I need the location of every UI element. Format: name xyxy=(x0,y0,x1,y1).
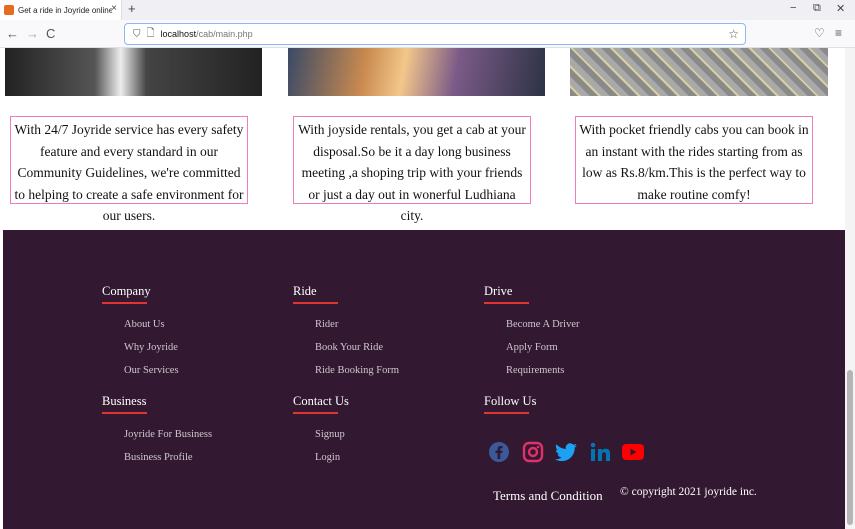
footer-link-signup[interactable]: Signup xyxy=(315,429,345,440)
reload-button[interactable]: C xyxy=(46,26,55,41)
divider xyxy=(102,302,147,304)
youtube-icon[interactable] xyxy=(621,441,645,463)
scrollbar-thumb[interactable] xyxy=(847,370,853,525)
divider xyxy=(484,412,529,414)
site-favicon-icon xyxy=(4,5,14,15)
terms-link[interactable]: Terms and Condition xyxy=(493,488,603,504)
minimize-button[interactable]: − xyxy=(790,2,796,14)
footer-link-become-a-driver[interactable]: Become A Driver xyxy=(506,319,579,330)
footer-business-title: Business xyxy=(102,394,147,408)
footer-link-business-profile[interactable]: Business Profile xyxy=(124,452,193,463)
tab-close-icon[interactable]: × xyxy=(111,3,117,14)
footer-link-our-services[interactable]: Our Services xyxy=(124,365,179,376)
close-window-button[interactable]: ✕ xyxy=(836,2,845,15)
footer-link-about-us[interactable]: About Us xyxy=(124,319,165,330)
footer-link-book-your-ride[interactable]: Book Your Ride xyxy=(315,342,383,353)
footer-company-title: Company xyxy=(102,284,151,298)
new-tab-button[interactable]: + xyxy=(128,1,136,16)
back-button[interactable]: ← xyxy=(6,26,19,41)
safety-image xyxy=(5,48,262,96)
menu-icon[interactable]: ≡ xyxy=(835,26,842,40)
vertical-scrollbar[interactable] xyxy=(845,48,855,529)
footer-ride-title: Ride xyxy=(293,284,317,298)
city-image xyxy=(288,48,545,96)
bookmark-star-icon[interactable]: ☆ xyxy=(728,27,739,41)
footer-follow-title: Follow Us xyxy=(484,394,537,408)
footer-link-ride-booking-form[interactable]: Ride Booking Form xyxy=(315,365,399,376)
restore-button[interactable]: ⧉ xyxy=(813,2,821,15)
footer-drive-title: Drive xyxy=(484,284,513,298)
linkedin-icon[interactable] xyxy=(589,441,611,463)
shield-icon: ⛉ xyxy=(133,28,141,40)
footer-link-login[interactable]: Login xyxy=(315,452,340,463)
divider xyxy=(293,412,338,414)
twitter-icon[interactable] xyxy=(554,441,578,463)
pocket-icon[interactable]: ♡ xyxy=(814,26,825,40)
street-image xyxy=(570,48,828,96)
divider xyxy=(293,302,338,304)
page-content: With 24/7 Joyride service has every safe… xyxy=(0,48,845,529)
footer: Company About Us Why Joyride Our Service… xyxy=(3,230,845,529)
instagram-icon[interactable] xyxy=(522,441,544,463)
browser-tab[interactable]: Get a ride in Joyride online cab × xyxy=(0,0,122,20)
safety-card: With 24/7 Joyride service has every safe… xyxy=(10,116,248,223)
forward-button[interactable]: → xyxy=(26,26,39,41)
page-icon: 🗋 xyxy=(146,27,155,39)
pricing-card: With pocket friendly cabs you can book i… xyxy=(575,116,813,204)
footer-contact-title: Contact Us xyxy=(293,394,349,408)
divider xyxy=(484,302,529,304)
facebook-icon[interactable] xyxy=(488,441,510,463)
url-host: localhost xyxy=(160,29,197,39)
browser-tab-bar: Get a ride in Joyride online cab × + − ⧉… xyxy=(0,0,855,20)
footer-link-apply-form[interactable]: Apply Form xyxy=(506,342,558,353)
footer-link-rider[interactable]: Rider xyxy=(315,319,338,330)
footer-link-joyride-for-business[interactable]: Joyride For Business xyxy=(124,429,212,440)
browser-nav-bar: ← → C ⛉ 🗋 localhost /cab/main.php ☆ ♡ ≡ xyxy=(0,20,855,48)
divider xyxy=(102,412,147,414)
footer-link-why-joyride[interactable]: Why Joyride xyxy=(124,342,178,353)
rentals-card: With joyside rentals, you get a cab at y… xyxy=(293,116,531,223)
url-path: /cab/main.php xyxy=(196,29,253,39)
address-bar[interactable]: ⛉ 🗋 localhost /cab/main.php ☆ xyxy=(124,23,746,45)
copyright-text: © copyright 2021 joyride inc. xyxy=(620,486,757,498)
footer-link-requirements[interactable]: Requirements xyxy=(506,365,564,376)
tab-title: Get a ride in Joyride online cab xyxy=(18,5,112,15)
